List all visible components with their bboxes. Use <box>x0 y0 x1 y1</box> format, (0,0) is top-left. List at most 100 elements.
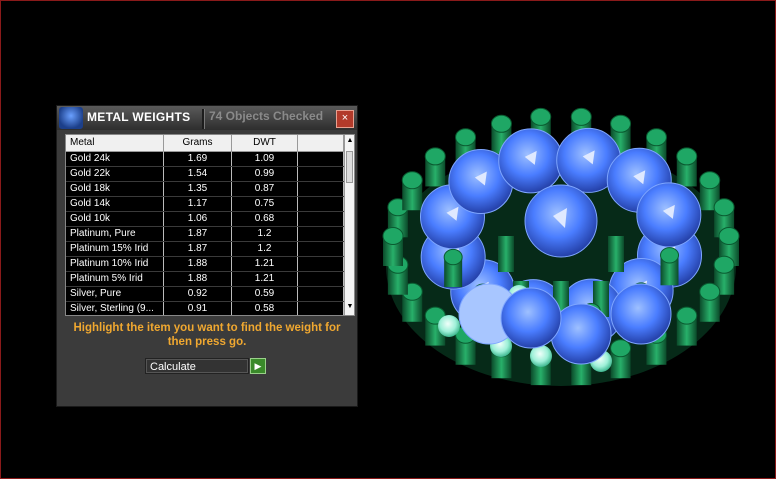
prong-cap <box>443 248 463 266</box>
metal-cell: Gold 18k <box>66 182 164 196</box>
empty-cell <box>298 257 344 271</box>
empty-cell <box>298 302 344 315</box>
column-header-grams[interactable]: Grams <box>164 135 232 151</box>
prong-cap <box>699 282 721 301</box>
prong-cap <box>713 198 735 217</box>
dwt-cell: 1.21 <box>232 257 298 271</box>
grams-cell: 0.91 <box>164 302 232 315</box>
front-gem <box>610 283 672 345</box>
dwt-cell: 0.59 <box>232 287 298 301</box>
dwt-cell: 0.58 <box>232 302 298 315</box>
empty-cell <box>298 152 344 166</box>
table-row[interactable]: Gold 10k 1.06 0.68 <box>66 212 344 227</box>
grams-cell: 1.17 <box>164 197 232 211</box>
prong-cap <box>645 128 667 147</box>
prong-cap <box>570 107 592 126</box>
3d-viewport[interactable]: METAL WEIGHTS 74 Objects Checked × Metal… <box>0 0 776 479</box>
app-icon <box>59 107 83 129</box>
prong-cap <box>660 247 680 264</box>
prong-cap <box>713 255 735 274</box>
scroll-up-icon[interactable]: ▲ <box>345 135 354 147</box>
close-button[interactable]: × <box>336 110 354 128</box>
table-row[interactable]: Gold 18k 1.35 0.87 <box>66 182 344 197</box>
empty-cell <box>298 212 344 226</box>
metal-cell: Silver, Sterling (9... <box>66 302 164 315</box>
grams-cell: 0.92 <box>164 287 232 301</box>
metal-cell: Platinum 10% Irid <box>66 257 164 271</box>
panel-titlebar[interactable]: METAL WEIGHTS 74 Objects Checked × <box>57 106 357 130</box>
center-strut <box>498 236 514 272</box>
column-header-dwt[interactable]: DWT <box>232 135 298 151</box>
empty-cell <box>298 287 344 301</box>
panel-title: METAL WEIGHTS <box>87 110 191 124</box>
scroll-down-icon[interactable]: ▼ <box>345 301 354 313</box>
prong-cap <box>610 339 632 358</box>
column-header-empty <box>298 135 344 151</box>
prong-cap <box>699 171 721 190</box>
prong-cap <box>490 114 512 133</box>
objects-checked-status: 74 Objects Checked <box>209 109 324 123</box>
metal-cell: Platinum, Pure <box>66 227 164 241</box>
table-header: Metal Grams DWT <box>66 135 344 152</box>
metal-cell: Gold 22k <box>66 167 164 181</box>
grams-cell: 1.69 <box>164 152 232 166</box>
empty-cell <box>298 242 344 256</box>
table-row[interactable]: Gold 22k 1.54 0.99 <box>66 167 344 182</box>
front-gem <box>500 287 562 349</box>
scroll-thumb[interactable] <box>346 151 353 183</box>
grams-cell: 1.87 <box>164 227 232 241</box>
metal-cell: Silver, Pure <box>66 287 164 301</box>
metal-weights-panel: METAL WEIGHTS 74 Objects Checked × Metal… <box>56 105 358 407</box>
table-row[interactable]: Gold 14k 1.17 0.75 <box>66 197 344 212</box>
title-divider <box>202 109 205 129</box>
prong-cap <box>718 227 740 245</box>
metal-cell: Platinum 15% Irid <box>66 242 164 256</box>
metal-cell: Platinum 5% Irid <box>66 272 164 286</box>
prong-cap <box>382 227 404 245</box>
table-row[interactable]: Silver, Pure 0.92 0.59 <box>66 287 344 302</box>
grams-cell: 1.06 <box>164 212 232 226</box>
dwt-cell: 0.68 <box>232 212 298 226</box>
empty-cell <box>298 182 344 196</box>
table-row[interactable]: Platinum, Pure 1.87 1.2 <box>66 227 344 242</box>
dwt-cell: 0.75 <box>232 197 298 211</box>
table-row[interactable]: Platinum 5% Irid 1.88 1.21 <box>66 272 344 287</box>
table-row[interactable]: Gold 24k 1.69 1.09 <box>66 152 344 167</box>
dwt-cell: 1.2 <box>232 227 298 241</box>
jewelry-3d-model[interactable] <box>371 61 751 401</box>
grams-cell: 1.54 <box>164 167 232 181</box>
prong-cap <box>610 114 632 133</box>
go-button[interactable]: ▶ <box>250 358 266 374</box>
metal-cell: Gold 10k <box>66 212 164 226</box>
metal-cell: Gold 14k <box>66 197 164 211</box>
dwt-cell: 1.21 <box>232 272 298 286</box>
dwt-cell: 0.87 <box>232 182 298 196</box>
prong-cap <box>676 147 698 166</box>
grams-cell: 1.88 <box>164 272 232 286</box>
prong-cap <box>424 147 446 166</box>
cyan-gem <box>438 315 460 337</box>
table-row[interactable]: Platinum 10% Irid 1.88 1.21 <box>66 257 344 272</box>
prong-cap <box>401 171 423 190</box>
metal-cell: Gold 24k <box>66 152 164 166</box>
metal-weights-table[interactable]: Metal Grams DWT Gold 24k 1.69 1.09 Gold 22k… <box>65 134 355 316</box>
table-row[interactable]: Platinum 15% Irid 1.87 1.2 <box>66 242 344 257</box>
dwt-cell: 1.09 <box>232 152 298 166</box>
table-body: Gold 24k 1.69 1.09 Gold 22k 1.54 0.99 Gold 18k… <box>66 152 344 315</box>
center-strut <box>608 236 624 272</box>
grams-cell: 1.88 <box>164 257 232 271</box>
table-row[interactable]: Silver, Sterling (9... 0.91 0.58 <box>66 302 344 315</box>
empty-cell <box>298 227 344 241</box>
dwt-cell: 1.2 <box>232 242 298 256</box>
prong-cap <box>676 306 698 325</box>
empty-cell <box>298 272 344 286</box>
instructions-text: Highlight the item you want to find the … <box>73 322 341 348</box>
column-header-metal[interactable]: Metal <box>66 135 164 151</box>
calculate-dropdown[interactable]: Calculate <box>145 358 249 374</box>
prong-cap <box>530 107 552 126</box>
grams-cell: 1.87 <box>164 242 232 256</box>
table-scrollbar[interactable]: ▲ ▼ <box>344 135 354 315</box>
prong-cap <box>455 128 477 147</box>
dwt-cell: 0.99 <box>232 167 298 181</box>
empty-cell <box>298 167 344 181</box>
